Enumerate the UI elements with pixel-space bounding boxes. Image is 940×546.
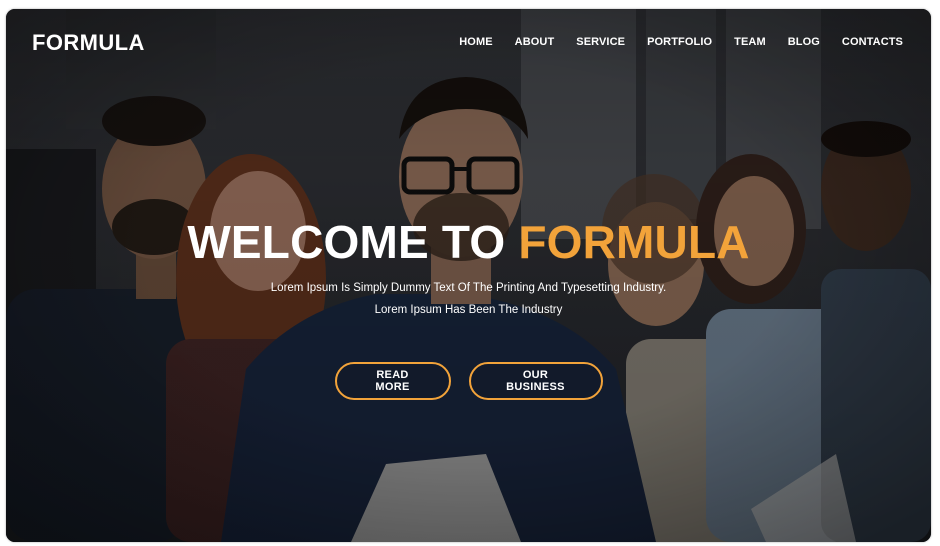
hero-title-accent: FORMULA: [518, 216, 750, 268]
hero-subtitle-line-1: Lorem Ipsum Is Simply Dummy Text Of The …: [270, 282, 667, 294]
hero-section: FORMULA HOME ABOUT SERVICE PORTFOLIO TEA…: [6, 9, 931, 542]
hero-subtitle: Lorem Ipsum Is Simply Dummy Text Of The …: [6, 277, 931, 321]
hero-title-main: WELCOME TO: [187, 216, 506, 268]
our-business-button[interactable]: OUR BUSINESS: [468, 362, 603, 400]
read-more-button[interactable]: READ MORE: [334, 362, 451, 400]
hero-title: WELCOME TO FORMULA: [6, 215, 931, 269]
hero-content: WELCOME TO FORMULA Lorem Ipsum Is Simply…: [6, 9, 931, 542]
hero-buttons: READ MORE OUR BUSINESS: [6, 362, 931, 400]
hero-subtitle-line-2: Lorem Ipsum Has Been The Industry: [374, 304, 563, 316]
